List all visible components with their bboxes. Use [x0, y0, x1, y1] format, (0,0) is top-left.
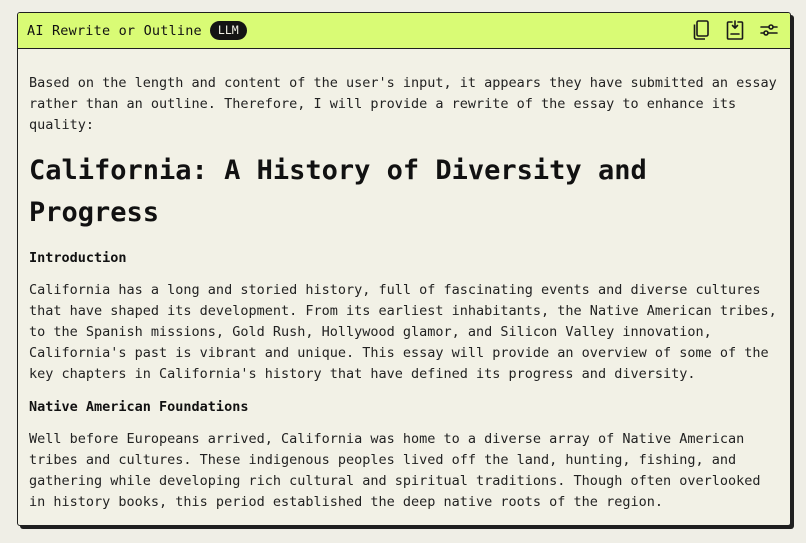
llm-badge: LLM [209, 21, 247, 40]
settings-sliders-icon[interactable] [758, 19, 780, 41]
header-actions [690, 19, 780, 41]
panel-title: AI Rewrite or Outline [27, 22, 202, 39]
ai-rewrite-panel: AI Rewrite or Outline LLM Based on the l… [17, 12, 791, 526]
section-title-native-american: Native American Foundations [29, 399, 249, 415]
response-content: Based on the length and content of the u… [18, 49, 790, 525]
essay-heading: California: A History of Diversity and P… [29, 155, 647, 228]
section-body-native-american: Well before Europeans arrived, Californi… [29, 431, 761, 510]
panel-header: AI Rewrite or Outline LLM [18, 13, 790, 49]
intro-paragraph: Based on the length and content of the u… [29, 75, 777, 133]
section-body-introduction: California has a long and storied histor… [29, 282, 777, 382]
copy-icon[interactable] [690, 19, 712, 41]
section-title-introduction: Introduction [29, 250, 127, 266]
insert-icon[interactable] [724, 19, 746, 41]
